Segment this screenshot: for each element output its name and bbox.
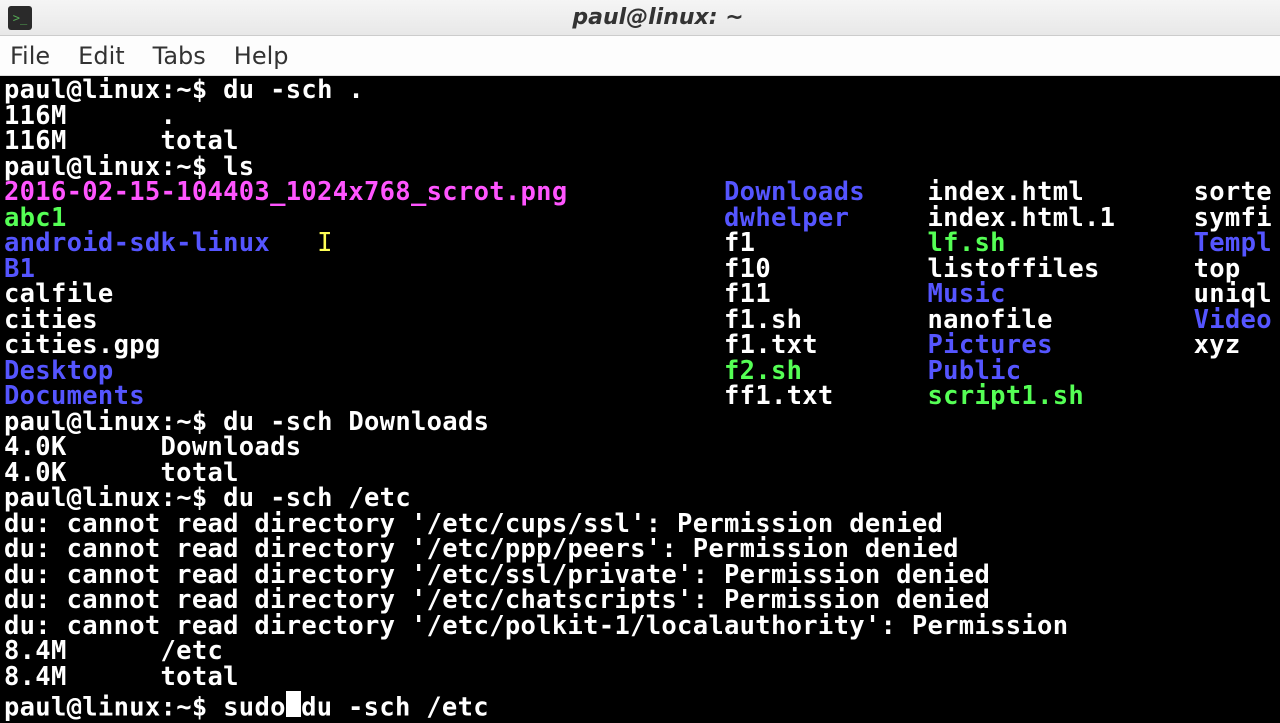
menu-edit[interactable]: Edit — [78, 42, 124, 70]
menu-help[interactable]: Help — [234, 42, 289, 70]
terminal-app-icon: >_ — [8, 6, 32, 30]
menu-file[interactable]: File — [10, 42, 50, 70]
du-error-line: du: cannot read directory '/etc/ppp/peer… — [4, 537, 1276, 563]
ls-entry: ff1.txt — [724, 381, 834, 411]
menu-tabs[interactable]: Tabs — [153, 42, 206, 70]
window-title: paul@linux: ~ — [44, 5, 1272, 30]
terminal-cursor — [286, 691, 301, 717]
menubar: File Edit Tabs Help — [0, 36, 1280, 76]
du-error-line: du: cannot read directory '/etc/chatscri… — [4, 588, 1276, 614]
terminal-viewport[interactable]: paul@linux:~$ du -sch .116M .116M totalp… — [0, 76, 1280, 723]
titlebar: >_ paul@linux: ~ — [0, 0, 1280, 36]
ls-entry: script1.sh — [928, 381, 1085, 411]
cmd-sudo-du-etc: sudo — [223, 693, 286, 723]
cmd-du-here: du -sch . — [223, 75, 364, 105]
